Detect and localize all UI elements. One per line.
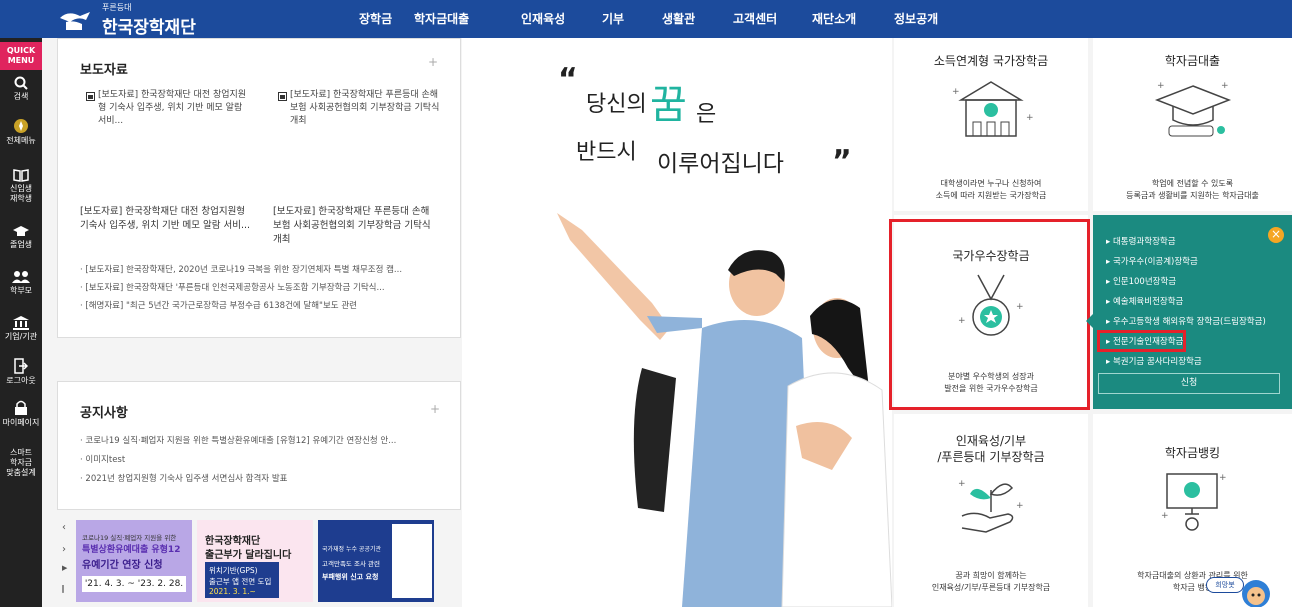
prev-banner-icon[interactable]: ‹ — [62, 522, 66, 533]
submenu-item[interactable]: ▸ 우수고등학생 해외유학 장학금(드림장학금) — [1106, 315, 1266, 327]
nav-scholarship[interactable]: 장학금 — [359, 0, 392, 38]
quick-institutions[interactable]: 기업/기관 — [0, 316, 42, 342]
quick-smart-plan[interactable]: 스마트 학자금 맞춤설계 — [0, 448, 42, 478]
press-list-item[interactable]: · [보도자료] 한국장학재단 '푸른등대 인천국제공항공사 노동조합 기부장학… — [80, 281, 385, 293]
highlight-excellence-tile — [889, 219, 1090, 410]
site-logo[interactable]: 푸른등대 한국장학재단 — [58, 2, 218, 38]
nav-donation[interactable]: 기부 — [602, 0, 624, 38]
quick-menu: QUICK MENU 검색 전체메뉴 신입생 재학생 졸업생 학부모 기업/기관… — [0, 38, 42, 607]
quick-logout[interactable]: 로그아웃 — [0, 358, 42, 386]
banner-gps-attendance[interactable]: 한국장학재단 출근부가 달라집니다 위치기반(GPS) 출근부 앱 전면 도입 … — [197, 520, 313, 602]
nav-dormitory[interactable]: 생활관 — [662, 0, 695, 38]
nav-talent[interactable]: 인재육성 — [521, 0, 565, 38]
svg-text:+: + — [1026, 113, 1034, 123]
close-icon[interactable]: × — [1268, 227, 1284, 243]
search-icon — [14, 76, 28, 90]
top-navigation-bar: 푸른등대 한국장학재단 장학금 학자금대출 인재육성 기부 생활관 고객센터 재… — [0, 0, 1292, 38]
building-icon — [13, 316, 29, 330]
submenu-item[interactable]: ▸ 복권기금 꿈사다리장학금 — [1106, 355, 1202, 367]
monitor-icon: ++ — [1161, 473, 1227, 531]
pause-icon[interactable]: ∥ — [61, 584, 65, 593]
banner-controls: ‹ › ▶ ∥ — [58, 520, 72, 602]
submenu-item[interactable]: ▸ 인문100년장학금 — [1106, 275, 1176, 287]
press-title: 보도자료 — [80, 63, 128, 78]
submenu-item[interactable]: ▸ 국가우수(이공계)장학금 — [1106, 255, 1198, 267]
students-illustration — [557, 213, 892, 607]
nav-customer-center[interactable]: 고객센터 — [733, 0, 777, 38]
quick-search[interactable]: 검색 — [0, 76, 42, 102]
chatbot-icon[interactable] — [1240, 576, 1272, 607]
image-icon — [86, 92, 95, 101]
svg-text:+: + — [1157, 81, 1165, 91]
banner-doc-image — [392, 524, 432, 598]
svg-text:+: + — [952, 87, 960, 97]
open-quote: “ — [558, 62, 578, 97]
graduation-cap-icon: + + — [1154, 81, 1232, 137]
nav-about[interactable]: 재단소개 — [812, 0, 856, 38]
notice-panel: 공지사항 + · 코로나19 실직·폐업자 지원을 위한 특별상환유예대출 [유… — [57, 381, 461, 510]
press-large-1[interactable]: [보도자료] 한국장학재단 대전 창업지원형 기숙사 입주생, 위치 기반 메모… — [80, 205, 255, 233]
submenu-item[interactable]: ▸ 대통령과학장학금 — [1106, 235, 1176, 247]
apply-button[interactable]: 신청 — [1098, 373, 1280, 394]
quick-all-menu[interactable]: 전체메뉴 — [0, 118, 42, 146]
notice-title: 공지사항 — [80, 406, 128, 421]
svg-text:+: + — [1219, 473, 1227, 483]
notice-list-item[interactable]: · 2021년 창업지원형 기숙사 입주생 서면심사 합격자 발표 — [80, 472, 287, 484]
notice-more-button[interactable]: + — [430, 402, 440, 416]
book-icon — [13, 169, 29, 182]
hero-line-2b: 이루어집니다 — [657, 151, 784, 177]
school-icon: ++ — [952, 81, 1034, 137]
compass-icon — [14, 119, 28, 133]
logout-icon — [14, 358, 28, 374]
plant-hand-icon: ++ — [958, 479, 1024, 533]
banner-covid-loan[interactable]: 코로나19 실직·폐업자 지원을 위한 특별상환유예대출 유형12 유예기간 연… — [76, 520, 192, 602]
nav-student-loan[interactable]: 학자금대출 — [414, 0, 469, 38]
hero-line-1b: 은 — [696, 102, 717, 127]
people-icon — [12, 271, 30, 283]
hero-line-1a: 당신의 — [586, 92, 647, 117]
press-large-2[interactable]: [보도자료] 한국장학재단 푸른등대 손해보험 사회공헌협의회 기부장학금 기탁… — [273, 205, 433, 247]
tile-student-loan[interactable]: 학자금대출 + + 학업에 전념할 수 있도록 등록금과 생활비를 지원하는 학자금… — [1093, 38, 1292, 211]
submenu-item[interactable]: ▸ 예술체육비전장학금 — [1106, 295, 1183, 307]
close-quote: ” — [832, 144, 852, 179]
next-banner-icon[interactable]: › — [62, 544, 66, 555]
svg-text:+: + — [1161, 511, 1169, 521]
press-release-panel: 보도자료 + [보도자료] 한국장학재단 대전 창업지원형 기숙사 입주생, 위… — [57, 38, 461, 338]
quick-mypage[interactable]: 마이페이지 — [0, 400, 42, 428]
quick-graduates[interactable]: 졸업생 — [0, 224, 42, 250]
logo-icon — [60, 12, 90, 30]
logo-title: 한국장학재단 — [102, 18, 196, 38]
logo-subtitle: 푸른등대 — [102, 3, 132, 12]
press-list-item[interactable]: · [보도자료] 한국장학재단, 2020년 코로나19 극복을 위한 장기연체… — [80, 263, 402, 275]
image-icon — [278, 92, 287, 101]
notice-list-item[interactable]: · 이미지test — [80, 453, 125, 465]
quick-students[interactable]: 신입생 재학생 — [0, 168, 42, 204]
excellence-submenu: × ▸ 대통령과학장학금 ▸ 국가우수(이공계)장학금 ▸ 인문100년장학금 … — [1086, 215, 1292, 409]
svg-text:+: + — [958, 479, 966, 489]
press-more-button[interactable]: + — [428, 55, 438, 69]
hero-dream: 꿈 — [650, 82, 687, 128]
quick-menu-title: QUICK MENU — [0, 42, 42, 70]
nav-disclosure[interactable]: 정보공개 — [894, 0, 938, 38]
quick-parents[interactable]: 학부모 — [0, 270, 42, 296]
hero-section: “ 당신의 꿈 은 반드시 이루어집니다 ” — [462, 38, 892, 607]
svg-text:+: + — [1221, 81, 1229, 91]
banner-corruption-report[interactable]: 국가재정 누수 공공기관 고객만족도 조사 관련 부패행위 신고 요청 — [318, 520, 434, 602]
highlight-technical-scholarship — [1097, 330, 1186, 352]
lock-icon — [15, 400, 27, 415]
tile-income-scholarship[interactable]: 소득연계형 국가장학금 + + 대학생이라면 누구나 신청하여 소득에 따라 지원받… — [894, 38, 1088, 211]
tile-talent-donation[interactable]: 인재육성/기부 /푸른등대 기부장학금 + + 꿈과 희망이 함께하는 인재육성/기… — [894, 414, 1088, 607]
chatbot-label[interactable]: 희망봇 — [1206, 577, 1244, 593]
play-icon[interactable]: ▶ — [62, 564, 67, 572]
notice-list-item[interactable]: · 코로나19 실직·폐업자 지원을 위한 특별상환유예대출 [유형12] 유예… — [80, 434, 396, 446]
hero-line-2a: 반드시 — [576, 140, 637, 165]
graduation-cap-icon — [13, 226, 29, 236]
svg-text:+: + — [1016, 501, 1024, 511]
press-list-item[interactable]: · [해명자료] "최근 5년간 국가근로장학금 부정수급 6138건에 달해"… — [80, 299, 357, 311]
